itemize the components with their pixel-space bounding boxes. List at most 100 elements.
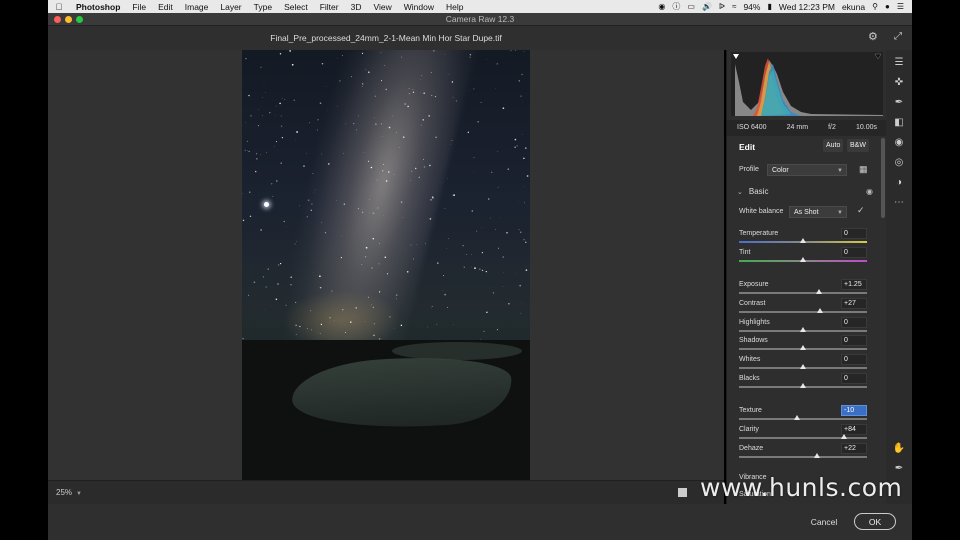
tint-slider-thumb[interactable] (800, 257, 806, 262)
star (481, 269, 484, 272)
star (320, 323, 323, 326)
bw-button[interactable]: B&W (847, 139, 869, 152)
clarity-slider-thumb[interactable] (840, 434, 847, 439)
user-name[interactable]: ekuna (842, 2, 865, 12)
texture-slider[interactable] (739, 418, 867, 420)
whites-slider-thumb[interactable] (800, 364, 806, 369)
star (291, 63, 294, 66)
fullscreen-icon[interactable]: ⤢ (894, 31, 906, 43)
eyedropper-icon[interactable]: ✓ (857, 205, 865, 216)
profile-browser-icon[interactable]: ▦ (859, 164, 868, 175)
tint-value[interactable]: 0 (841, 247, 867, 258)
menu-help[interactable]: Help (440, 2, 469, 12)
exposure-slider[interactable] (739, 292, 867, 294)
shadows-value[interactable]: 0 (841, 335, 867, 346)
star (326, 86, 327, 87)
blacks-slider-thumb[interactable] (800, 383, 806, 388)
star (345, 123, 347, 125)
more-icon[interactable]: ⋯ (892, 196, 906, 210)
menu-app[interactable]: Photoshop (70, 2, 126, 12)
contrast-value[interactable]: +27 (841, 298, 867, 309)
menu-file[interactable]: File (126, 2, 152, 12)
exposure-value[interactable]: +1.25 (841, 279, 867, 290)
battery-icon[interactable]: ▮ (767, 2, 771, 11)
highlights-slider-thumb[interactable] (800, 327, 806, 332)
airplay-icon[interactable]: ▭ (687, 2, 695, 11)
healing-icon[interactable]: ✜ (892, 76, 906, 90)
contrast-slider[interactable] (739, 311, 867, 313)
brush-icon[interactable]: ✒ (892, 96, 906, 110)
eye-icon[interactable]: ◉ (866, 187, 873, 196)
dehaze-slider[interactable] (739, 456, 867, 458)
texture-slider-thumb[interactable] (793, 415, 800, 420)
texture-value[interactable]: -10 (841, 405, 867, 416)
exposure-slider-thumb[interactable] (816, 289, 822, 294)
before-after-icon[interactable] (678, 488, 687, 497)
tool-strip: ☰ ✜ ✒ ◧ ◉ ◎ ◑ ⋯ ✋ ✒ (886, 50, 912, 504)
whites-value[interactable]: 0 (841, 354, 867, 365)
star (400, 324, 403, 327)
notification-center-icon[interactable]: ☰ (897, 2, 904, 11)
creative-cloud-icon[interactable]: ◉ (658, 2, 665, 11)
star (487, 198, 490, 200)
red-eye-icon[interactable]: ◎ (892, 156, 906, 170)
star (385, 88, 388, 91)
hand-icon[interactable]: ✋ (892, 442, 906, 456)
bluetooth-icon[interactable]: ᐉ (719, 2, 725, 11)
highlights-value[interactable]: 0 (841, 317, 867, 328)
menu-image[interactable]: Image (179, 2, 215, 12)
chevron-down-icon: ▼ (76, 491, 82, 497)
star (358, 115, 360, 117)
profile-select[interactable]: Color ▼ (767, 164, 847, 176)
star (447, 178, 448, 180)
presets-icon[interactable]: ◑ (892, 176, 906, 190)
panel-scrollbar[interactable] (881, 138, 885, 218)
linear-gradient-icon[interactable]: ◧ (892, 116, 906, 130)
ok-button[interactable]: OK (854, 513, 896, 530)
gear-icon[interactable]: ⚙ (868, 31, 880, 43)
star (309, 122, 311, 124)
preview-canvas[interactable] (48, 50, 724, 480)
contrast-slider-thumb[interactable] (817, 308, 824, 313)
menu-3d[interactable]: 3D (345, 2, 368, 12)
menu-layer[interactable]: Layer (214, 2, 247, 12)
cancel-button[interactable]: Cancel (804, 514, 844, 530)
spotlight-icon[interactable]: ⚲ (872, 2, 878, 11)
star (514, 138, 517, 141)
menu-type[interactable]: Type (248, 2, 278, 12)
dehaze-value[interactable]: +22 (841, 443, 867, 454)
wifi-icon[interactable]: ≈ (732, 2, 736, 11)
exif-iso: ISO 6400 (737, 124, 767, 131)
menu-edit[interactable]: Edit (152, 2, 179, 12)
white-balance-select[interactable]: As Shot ▼ (789, 206, 847, 218)
photo-preview[interactable] (242, 50, 530, 480)
star (317, 119, 319, 121)
menu-view[interactable]: View (367, 2, 397, 12)
zoom-select[interactable]: 25% ▼ (52, 485, 88, 501)
star (284, 99, 286, 100)
edit-sliders-icon[interactable]: ☰ (892, 56, 906, 70)
temperature-value[interactable]: 0 (841, 228, 867, 239)
apple-icon[interactable]:  (48, 2, 70, 12)
star (290, 276, 292, 278)
star (377, 207, 379, 209)
radial-gradient-icon[interactable]: ◉ (892, 136, 906, 150)
shadows-slider-thumb[interactable] (800, 345, 806, 350)
bright-star (264, 202, 269, 207)
clarity-slider[interactable] (739, 437, 867, 439)
dehaze-slider-thumb[interactable] (814, 453, 821, 458)
temperature-slider-thumb[interactable] (800, 238, 806, 243)
menu-select[interactable]: Select (278, 2, 314, 12)
blacks-value[interactable]: 0 (841, 373, 867, 384)
volume-icon[interactable]: 🔊 (702, 2, 712, 11)
menu-filter[interactable]: Filter (314, 2, 345, 12)
clock[interactable]: Wed 12:23 PM (779, 2, 835, 12)
menu-window[interactable]: Window (398, 2, 440, 12)
info-icon[interactable]: ⓘ (672, 1, 680, 12)
star (249, 215, 252, 217)
star (246, 140, 249, 143)
star (502, 107, 505, 110)
auto-button[interactable]: Auto (823, 139, 844, 152)
basic-section-header[interactable]: ⌄ Basic ◉ (737, 187, 875, 196)
siri-icon[interactable]: ● (885, 2, 890, 11)
